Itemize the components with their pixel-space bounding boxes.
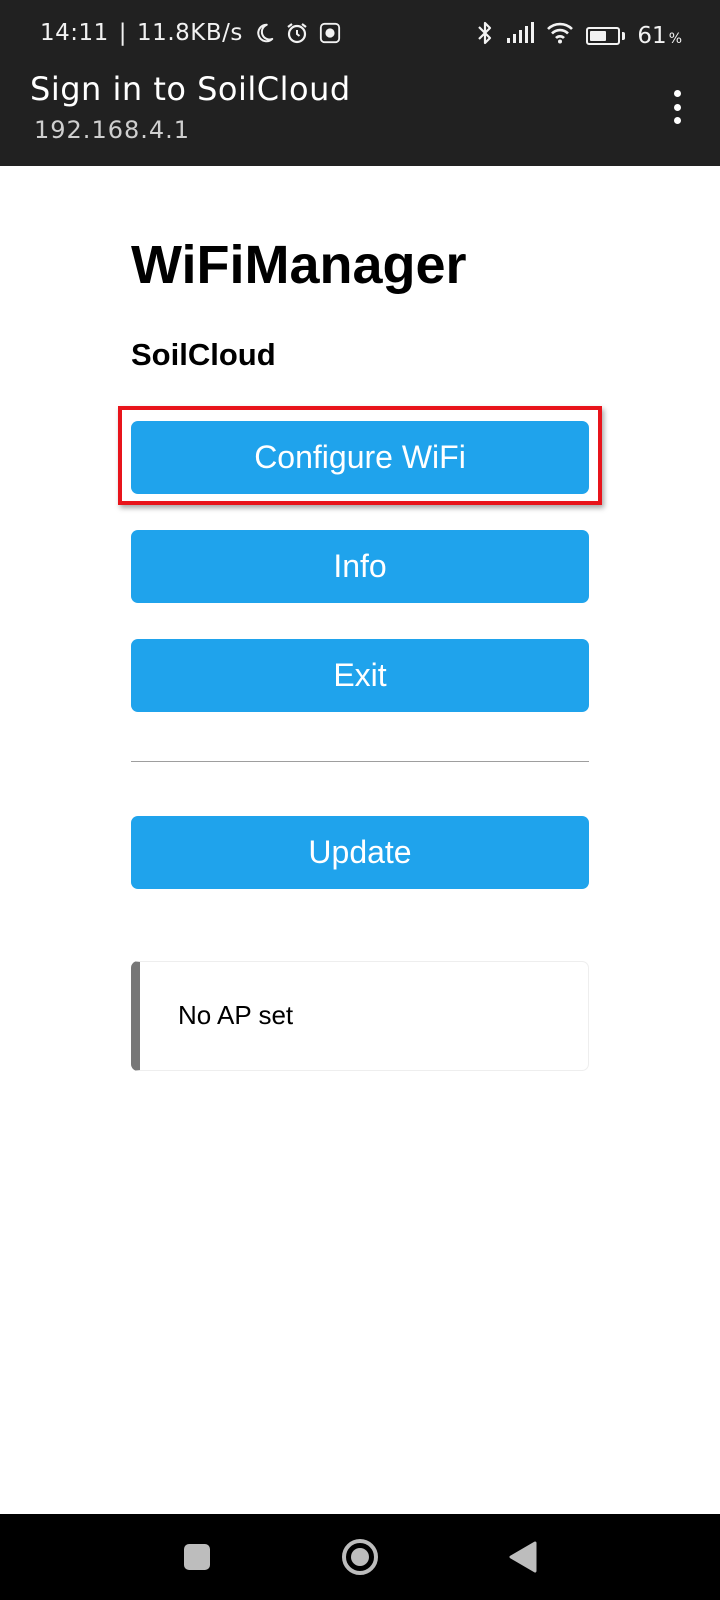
status-left: 14:11 | 11.8KB/s [40, 20, 341, 46]
status-time: 14:11 [40, 20, 109, 46]
app-notification-icon [319, 22, 341, 44]
battery-fill [590, 31, 607, 41]
recents-icon[interactable] [157, 1514, 237, 1600]
status-right: 61% [476, 20, 682, 52]
configure-wifi-button[interactable]: Configure WiFi [131, 421, 589, 494]
battery-tip [622, 32, 626, 40]
home-icon[interactable] [320, 1514, 400, 1600]
status-message-box: No AP set [131, 961, 589, 1071]
main-content: WiFiManager SoilCloud Configure WiFi Inf… [118, 166, 602, 1071]
menu-dot [673, 103, 681, 111]
battery-percent-sign: % [668, 31, 682, 47]
overflow-menu-icon[interactable] [670, 90, 684, 124]
battery-icon [586, 27, 626, 45]
wifi-icon [546, 22, 574, 50]
navigation-bar [0, 1514, 720, 1600]
status-separator: | [118, 20, 128, 46]
battery-percent: 61% [637, 23, 682, 49]
divider [131, 761, 589, 762]
status-message-text: No AP set [178, 1000, 294, 1030]
device-name: SoilCloud [131, 337, 276, 372]
portal-url: 192.168.4.1 [34, 116, 191, 144]
battery-percent-value: 61 [637, 23, 667, 49]
menu-dot [673, 90, 681, 97]
alarm-icon [285, 21, 309, 45]
battery-body [586, 27, 621, 45]
info-button[interactable]: Info [131, 530, 589, 603]
status-bar: 14:11 | 11.8KB/s 61 % [0, 0, 720, 70]
page-heading: WiFiManager [131, 235, 467, 295]
portal-title: Sign in to SoilCloud [30, 70, 351, 108]
update-button[interactable]: Update [131, 816, 589, 889]
cellular-signal-icon [506, 22, 535, 50]
back-icon[interactable] [483, 1514, 563, 1600]
menu-dot [673, 117, 681, 124]
moon-icon [253, 22, 275, 44]
bluetooth-icon [476, 20, 494, 52]
exit-button[interactable]: Exit [131, 639, 589, 712]
top-header: 14:11 | 11.8KB/s 61 % Sign in to SoilClo… [0, 0, 720, 166]
network-speed: 11.8KB/s [137, 20, 243, 46]
